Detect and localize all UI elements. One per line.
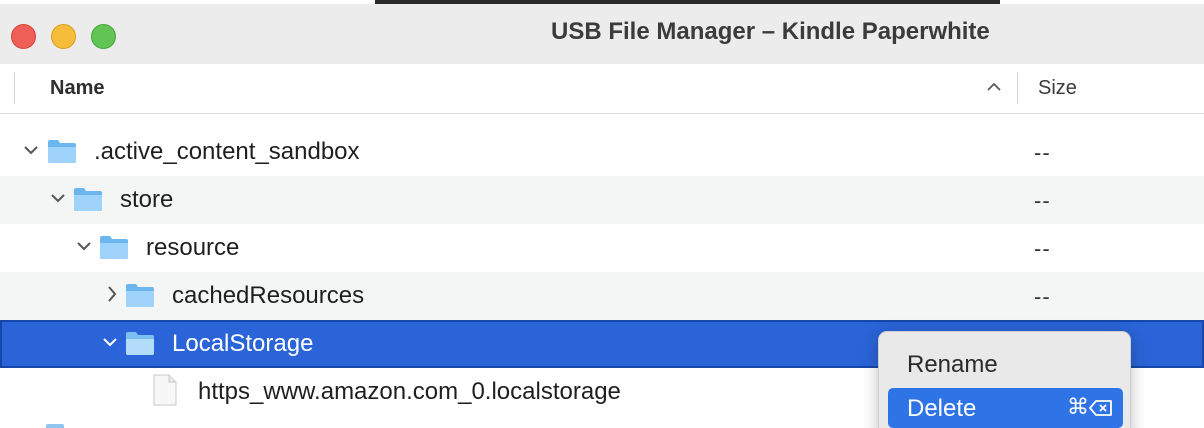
delete-shortcut: ⌘ <box>1067 394 1113 420</box>
chevron-down-icon[interactable] <box>75 234 93 263</box>
chevron-right-icon[interactable] <box>103 282 121 311</box>
row-label: resource <box>146 234 240 261</box>
close-window-button[interactable] <box>11 24 36 49</box>
zoom-window-button[interactable] <box>91 24 116 49</box>
rename-menu-item[interactable]: Rename <box>888 344 1123 384</box>
rename-label: Rename <box>907 351 998 378</box>
folder-icon <box>126 332 154 355</box>
column-resize-handle[interactable] <box>1017 72 1018 104</box>
document-icon <box>153 374 177 406</box>
folder-icon <box>48 140 76 163</box>
chevron-up-icon[interactable] <box>986 78 1002 98</box>
row-label: cachedResources <box>172 282 365 309</box>
row-label: store <box>120 186 174 213</box>
delete-label: Delete <box>907 395 977 422</box>
minimize-window-button[interactable] <box>51 24 76 49</box>
size-column-header[interactable]: Size <box>1038 77 1077 100</box>
list-item[interactable]: cachedResources -- <box>0 272 1204 320</box>
list-item[interactable]: store -- <box>0 176 1204 224</box>
column-divider <box>14 72 15 104</box>
command-key: ⌘ <box>1067 394 1089 419</box>
row-size: -- <box>1034 140 1051 165</box>
folder-icon <box>100 236 128 259</box>
column-header: Name Size <box>0 64 1204 114</box>
row-size: -- <box>1034 188 1051 213</box>
row-size: -- <box>1034 284 1051 309</box>
row-label: https_www.amazon.com_0.localstorage <box>198 378 621 405</box>
list-item[interactable]: .active_content_sandbox -- <box>0 128 1204 176</box>
chevron-down-icon[interactable] <box>49 186 67 215</box>
context-menu: Rename Delete ⌘ <box>878 331 1131 428</box>
folder-icon <box>126 284 154 307</box>
row-label: LocalStorage <box>172 330 314 357</box>
window-title: USB File Manager – Kindle Paperwhite <box>551 18 990 45</box>
row-label: .active_content_sandbox <box>94 138 360 165</box>
list-item[interactable]: resource -- <box>0 224 1204 272</box>
folder-icon <box>46 424 64 428</box>
file-manager-window: USB File Manager – Kindle Paperwhite Nam… <box>0 0 1204 428</box>
delete-menu-item[interactable]: Delete ⌘ <box>888 388 1123 428</box>
folder-icon <box>74 188 102 211</box>
delete-key-icon <box>1089 400 1112 416</box>
name-column-header[interactable]: Name <box>50 77 104 100</box>
row-size: -- <box>1034 236 1051 261</box>
title-bar[interactable]: USB File Manager – Kindle Paperwhite <box>0 4 1204 64</box>
chevron-down-icon[interactable] <box>22 138 40 167</box>
chevron-down-icon[interactable] <box>101 330 119 359</box>
